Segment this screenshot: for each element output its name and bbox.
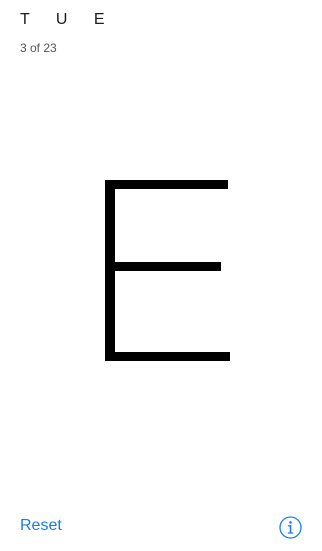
info-icon — [279, 516, 302, 539]
reset-button[interactable]: Reset — [20, 517, 62, 535]
info-button[interactable] — [279, 516, 302, 539]
current-letter — [105, 180, 230, 361]
letter-sequence: T U E — [20, 11, 116, 28]
app-screen: T U E 3 of 23 Reset — [0, 0, 322, 551]
progress-counter: 3 of 23 — [20, 41, 57, 55]
